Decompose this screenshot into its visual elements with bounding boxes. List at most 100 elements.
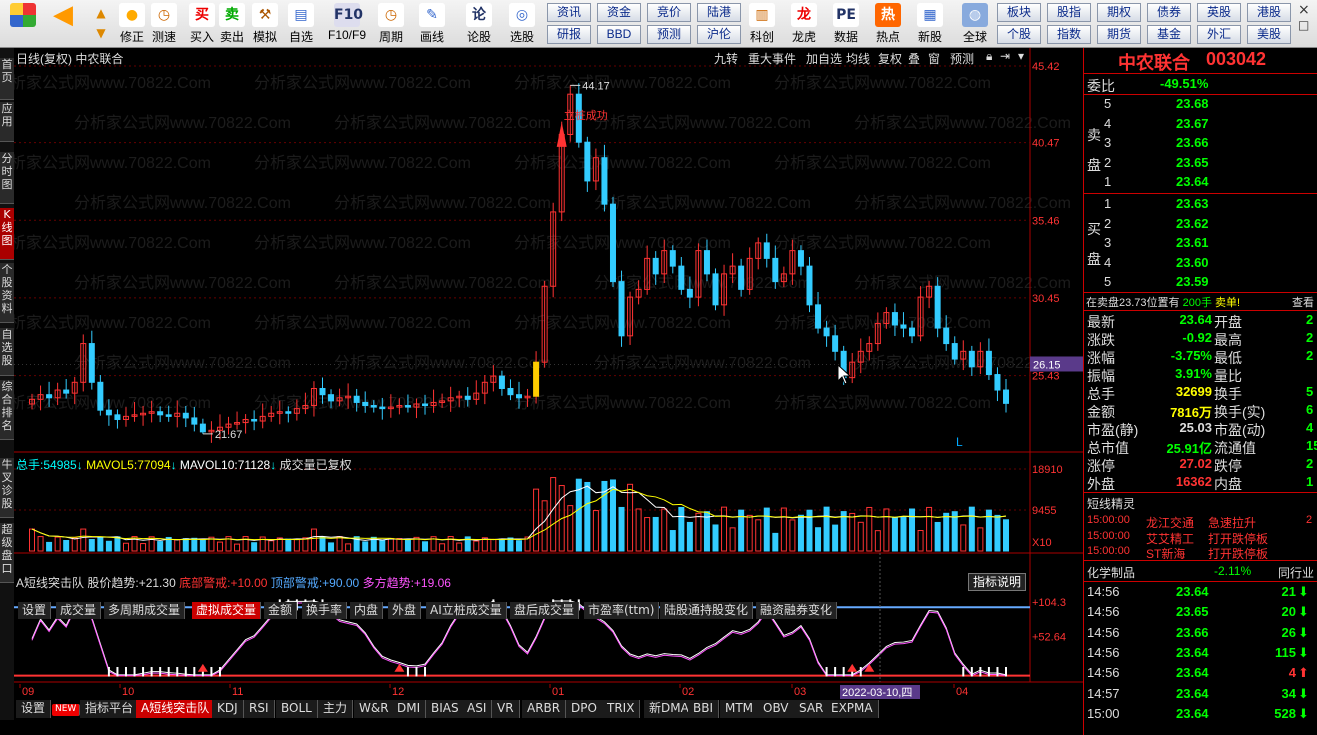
bottom-tab-8[interactable]: W&R (354, 700, 395, 718)
industry-link[interactable]: 同行业 (1278, 564, 1314, 581)
quick-button-2-4[interactable]: 英股 (1197, 3, 1241, 22)
quick-button-1-1[interactable]: BBD (597, 25, 641, 44)
quick-button-3-2[interactable]: 期货 (1097, 25, 1141, 44)
bottom-tab-11[interactable]: ASI (462, 700, 493, 718)
up-down-button[interactable]: ▲ ▼ (88, 2, 112, 46)
toolbar-button-13[interactable]: PE 数据 (828, 2, 864, 46)
bottom-tab-20[interactable]: SAR (794, 700, 830, 718)
toolbar-button-11[interactable]: ▥ 科创 (744, 2, 780, 46)
bottom-tab-10[interactable]: BIAS (426, 700, 465, 718)
indicator-tab-11[interactable]: 陆股通持股变化 (660, 602, 754, 619)
indicator-tab-3[interactable]: 虚拟成交量 (192, 602, 262, 619)
indicator-tab-9[interactable]: 盘后成交量 (510, 602, 580, 619)
chart-button-3[interactable]: 均线 (846, 50, 870, 67)
indicator-tab-0[interactable]: 设置 (18, 602, 52, 619)
quick-button-2-2[interactable]: 期权 (1097, 3, 1141, 22)
indicator-tab-8[interactable]: AI立桩成交量 (426, 602, 507, 619)
bottom-tab-17[interactable]: BBI (688, 700, 720, 718)
bottom-tab-21[interactable]: EXPMA (826, 700, 879, 718)
toolbar-button-0[interactable]: ● 修正 (118, 2, 146, 46)
home-grid-button[interactable] (8, 2, 38, 46)
quick-button-2-1[interactable]: 股指 (1047, 3, 1091, 22)
toolbar-button-3[interactable]: 卖卖出 (218, 2, 246, 46)
kline-chart[interactable]: 分析家公式网www.70822.Com 分析家公式网www.70822.Com 分析… (14, 48, 1083, 720)
sidebar-item-ranking[interactable]: 综合排名 (0, 380, 14, 440)
back-button[interactable]: ◀ (46, 2, 80, 46)
chevron-down-icon[interactable]: ▾ (1018, 49, 1024, 63)
quick-button-1-3[interactable]: 沪伦 (697, 25, 741, 44)
sidebar-item-intraday[interactable]: 分时图 (0, 152, 14, 204)
buy-price[interactable]: 23.61 (1176, 235, 1209, 250)
indicator-help-button[interactable]: 指标说明 (968, 573, 1027, 591)
buy-price[interactable]: 23.62 (1176, 216, 1209, 231)
toolbar-button-2[interactable]: 买买入 (188, 2, 216, 46)
quick-button-1-0[interactable]: 研报 (547, 25, 591, 44)
toolbar-button-12[interactable]: 龙龙虎 (786, 2, 822, 46)
sell-price[interactable]: 23.65 (1176, 155, 1209, 170)
bottom-tab-19[interactable]: OBV (758, 700, 795, 718)
sidebar-item-kline[interactable]: K线图 (0, 208, 14, 260)
lock-icon[interactable]: 🔒︎ (986, 49, 992, 64)
bottom-tab-7[interactable]: 主力 (318, 700, 354, 718)
indicator-tab-2[interactable]: 多周期成交量 (104, 602, 186, 619)
toolbar-button-14[interactable]: 热热点 (870, 2, 906, 46)
sidebar-item-stock-info[interactable]: 个股资料 (0, 263, 14, 323)
sprite-stock[interactable]: 龙江交通 (1146, 514, 1194, 531)
buy-price[interactable]: 23.59 (1176, 274, 1209, 289)
toolbar-button-16[interactable]: ◍ 全球 (956, 2, 994, 46)
quick-button-0-1[interactable]: 资金 (597, 3, 641, 22)
bottom-tab-15[interactable]: TRIX (602, 700, 641, 718)
bottom-tab-4[interactable]: KDJ (212, 700, 244, 718)
chart-button-0[interactable]: 九转 (714, 50, 738, 67)
toolbar-button-15[interactable]: ▦ 新股 (912, 2, 948, 46)
sell-price[interactable]: 23.66 (1176, 135, 1209, 150)
bottom-tab-1[interactable]: NEW (52, 704, 81, 716)
sprite-stock[interactable]: 艾艾精工 (1146, 530, 1194, 547)
quick-button-3-1[interactable]: 指数 (1047, 25, 1091, 44)
indicator-tab-7[interactable]: 外盘 (388, 602, 422, 619)
chart-button-1[interactable]: 重大事件 (748, 50, 796, 67)
quick-button-1-2[interactable]: 预测 (647, 25, 691, 44)
sidebar-item-watchlist[interactable]: 自选股 (0, 328, 14, 376)
bottom-tab-0[interactable]: 设置 (16, 700, 52, 718)
quick-button-0-2[interactable]: 竞价 (647, 3, 691, 22)
quick-button-0-3[interactable]: 陆港 (697, 3, 741, 22)
maximize-icon[interactable]: ⇥ (1000, 49, 1010, 63)
quick-button-0-0[interactable]: 资讯 (547, 3, 591, 22)
indicator-tab-5[interactable]: 换手率 (302, 602, 348, 619)
view-link[interactable]: 查看 (1292, 294, 1314, 310)
indicator-tab-6[interactable]: 内盘 (350, 602, 384, 619)
quick-button-3-0[interactable]: 个股 (997, 25, 1041, 44)
indicator-tab-12[interactable]: 融资融券变化 (756, 602, 838, 619)
toolbar-button-10[interactable]: ◎ 选股 (502, 2, 542, 46)
quick-button-3-3[interactable]: 基金 (1147, 25, 1191, 44)
quick-button-2-3[interactable]: 债券 (1147, 3, 1191, 22)
bottom-tab-9[interactable]: DMI (392, 700, 427, 718)
toolbar-button-4[interactable]: ⚒ 模拟 (250, 2, 280, 46)
buy-price[interactable]: 23.60 (1176, 255, 1209, 270)
sell-price[interactable]: 23.64 (1176, 174, 1209, 189)
bottom-tab-5[interactable]: RSI (244, 700, 275, 718)
toolbar-button-6[interactable]: F10 F10/F9 (326, 2, 368, 46)
bottom-tab-18[interactable]: MTM (720, 700, 760, 718)
quick-button-2-0[interactable]: 板块 (997, 3, 1041, 22)
sidebar-item-apps[interactable]: 应用 (0, 102, 14, 142)
sell-price[interactable]: 23.67 (1176, 116, 1209, 131)
toolbar-button-5[interactable]: ▤ 自选 (284, 2, 318, 46)
sidebar-item-diagnosis[interactable]: 牛叉诊股 (0, 458, 14, 518)
sidebar-item-home[interactable]: 首页 (0, 58, 14, 100)
chart-button-5[interactable]: 叠 (908, 50, 920, 67)
quick-button-3-4[interactable]: 外汇 (1197, 25, 1241, 44)
toolbar-button-8[interactable]: ✎ 画线 (412, 2, 452, 46)
chart-button-7[interactable]: 预测 (950, 50, 974, 67)
bottom-tab-14[interactable]: DPO (566, 700, 603, 718)
toolbar-button-9[interactable]: 论论股 (460, 2, 498, 46)
indicator-tab-4[interactable]: 金额 (264, 602, 298, 619)
buy-price[interactable]: 23.63 (1176, 196, 1209, 211)
bottom-tab-2[interactable]: 指标平台 (80, 700, 140, 718)
quick-button-2-5[interactable]: 港股 (1247, 3, 1291, 22)
indicator-tab-10[interactable]: 市盈率(ttm) (584, 602, 660, 619)
bottom-tab-12[interactable]: VR (492, 700, 520, 718)
sidebar-item-level2[interactable]: 超级盘口 (0, 523, 14, 583)
bottom-tab-13[interactable]: ARBR (522, 700, 567, 718)
